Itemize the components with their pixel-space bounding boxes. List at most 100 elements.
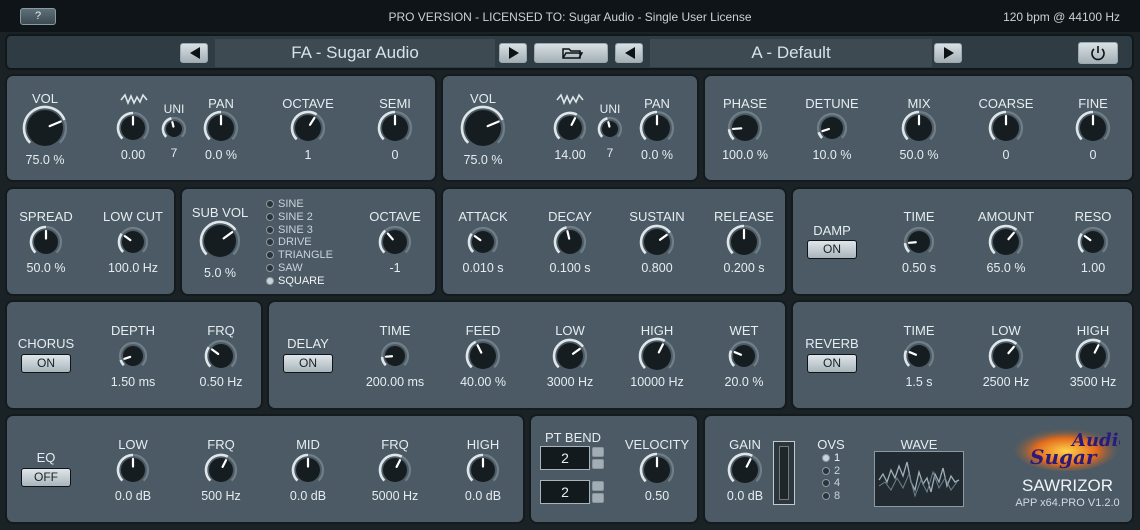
bank-name[interactable]: FA - Sugar Audio [215,39,495,67]
mix-knob[interactable] [900,109,938,147]
eq-mid-knob[interactable] [290,452,326,488]
osc2-wave-knob[interactable] [552,110,588,146]
delay-low-knob[interactable] [551,337,589,375]
delay-wet-knob[interactable] [727,339,761,373]
fine-knob[interactable] [1074,109,1112,147]
ptbend-up-field[interactable]: 2 [540,446,590,470]
chorus-label: CHORUS [17,336,75,351]
delay-high-knob[interactable] [637,336,677,376]
lowcut-knob[interactable] [116,225,150,259]
sub-wave-option[interactable]: DRIVE [266,236,312,248]
osc1-pan-value: 0.0 % [205,148,237,162]
attack-knob-body [472,231,494,253]
chorus-depth-knob-body [123,346,143,366]
eq-frq2-knob[interactable] [377,452,413,488]
reverb-time-knob[interactable] [902,339,936,373]
bank-prev-button[interactable] [180,43,208,63]
eq-frq2-value: 5000 Hz [371,489,419,503]
decay-knob[interactable] [552,224,588,260]
ovs-option[interactable]: 8 [822,490,840,502]
sub-wave-option[interactable]: SQUARE [266,275,324,287]
osc2-uni-value: 7 [606,146,614,160]
damp-toggle[interactable]: ON [807,240,857,259]
osc2-pan-knob[interactable] [638,109,676,147]
reverb-low-value: 2500 Hz [982,375,1030,389]
delay-time-knob[interactable] [379,340,411,372]
release-knob[interactable] [725,223,763,261]
spread-knob[interactable] [28,224,64,260]
sustain-knob[interactable] [638,223,676,261]
eq-frq1-knob[interactable] [203,452,239,488]
filter-time-label: TIME [903,209,935,224]
delay-feed-knob[interactable] [464,337,502,375]
chorus-frq-knob-body [209,344,233,368]
delay-toggle[interactable]: ON [283,354,333,373]
sub-wave-option[interactable]: SINE 2 [266,211,313,223]
ovs-option[interactable]: 1 [822,452,840,464]
osc1-octave-label: OCTAVE [282,96,334,111]
chorus-frq-knob[interactable] [203,338,239,374]
reverb-time-knob-body [908,345,930,367]
eq-toggle[interactable]: OFF [21,468,71,487]
sub-wave-option[interactable]: SINE 3 [266,224,313,236]
sub-wave-label: TRIANGLE [278,249,334,262]
power-button[interactable] [1078,42,1118,64]
decay-knob-body [558,230,582,254]
ptbend-up-increment[interactable] [592,447,604,457]
osc1-pan-knob[interactable] [202,109,240,147]
eq-frq1-label: FRQ [207,437,235,452]
phase-knob[interactable] [726,109,764,147]
osc2-uni-knob[interactable] [596,115,624,143]
ptbend-down-field[interactable]: 2 [540,480,590,504]
chorus-depth-knob[interactable] [117,340,149,372]
preset-next-button[interactable] [934,43,962,63]
osc2-vol-knob[interactable] [459,104,507,152]
radio-dot-icon [266,212,274,221]
reso-knob[interactable] [1076,225,1110,259]
gain-value: 0.0 dB [726,489,764,503]
osc1-uni-knob[interactable] [160,115,188,143]
reverb-high-knob-body [1080,343,1106,369]
gain-knob[interactable] [726,451,764,489]
osc1-wave-knob[interactable] [115,110,151,146]
waveform-display [874,451,964,507]
preset-prev-button[interactable] [615,43,643,63]
reverb-toggle[interactable]: ON [807,354,857,373]
eq-panel [5,414,525,524]
amount-knob[interactable] [987,223,1025,261]
coarse-knob[interactable] [987,109,1025,147]
ovs-option[interactable]: 2 [822,465,840,477]
eq-low-knob[interactable] [115,452,151,488]
osc2-uni-label: UNI [599,102,621,116]
sub-wave-option[interactable]: TRIANGLE [266,249,333,261]
chorus-depth-knob-arc [119,359,125,367]
waveform-icon [556,93,584,106]
preset-name[interactable]: A - Default [650,39,932,67]
osc1-vol-label: VOL [31,91,59,106]
sub-octave-knob[interactable] [377,224,413,260]
mix-label: MIX [907,96,931,111]
ptbend-up-decrement[interactable] [592,459,604,469]
eq-label: EQ [36,450,56,465]
osc1-octave-knob[interactable] [289,109,327,147]
help-button[interactable]: ? [20,8,56,25]
open-folder-button[interactable] [534,43,608,63]
osc1-vol-knob[interactable] [21,104,69,152]
ovs-option[interactable]: 4 [822,477,840,489]
reverb-low-knob[interactable] [987,337,1025,375]
detune-knob[interactable] [815,111,849,145]
eq-high-knob[interactable] [465,452,501,488]
sub-wave-option[interactable]: SAW [266,262,303,274]
sub-wave-option[interactable]: SINE [266,198,304,210]
ptbend-down-decrement[interactable] [592,493,604,503]
sub-vol-knob[interactable] [198,219,242,263]
spread-value: 50.0 % [26,261,66,275]
reverb-high-knob[interactable] [1074,337,1112,375]
velocity-knob[interactable] [638,451,676,489]
attack-knob[interactable] [466,225,500,259]
filter-time-knob[interactable] [902,225,936,259]
bank-next-button[interactable] [499,43,527,63]
ptbend-down-increment[interactable] [592,481,604,491]
chorus-toggle[interactable]: ON [21,354,71,373]
osc1-semi-knob[interactable] [376,109,414,147]
